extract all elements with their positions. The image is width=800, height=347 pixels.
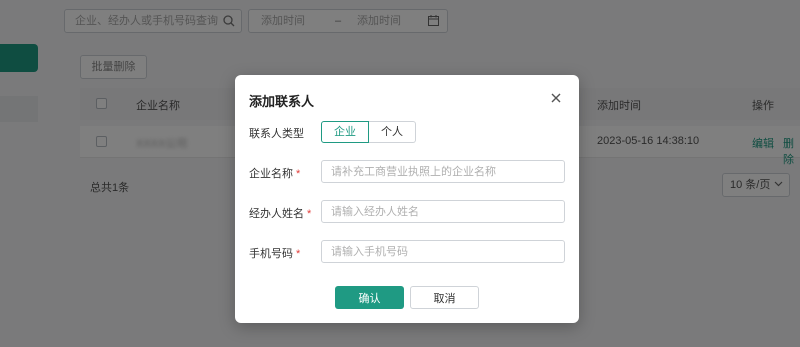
agent-name-label: 经办人姓名 * [249, 208, 312, 220]
company-name-label: 企业名称 * [249, 168, 301, 180]
phone-label: 手机号码 * [249, 248, 301, 260]
required-mark: * [296, 168, 301, 180]
company-name-input[interactable] [321, 160, 565, 183]
contact-type-label: 联系人类型 [249, 128, 304, 140]
add-contact-dialog: 添加联系人 联系人类型 企业 个人 企业名称* 经办人姓名* 手机号码* 确认 … [235, 75, 579, 323]
required-mark: * [307, 208, 312, 220]
cancel-button[interactable]: 取消 [410, 286, 479, 309]
dialog-title: 添加联系人 [249, 94, 315, 109]
agent-name-input[interactable] [321, 200, 565, 223]
confirm-button[interactable]: 确认 [335, 286, 404, 309]
required-mark: * [296, 248, 301, 260]
contact-type-toggle[interactable]: 企业 个人 [321, 121, 416, 143]
contact-type-company[interactable]: 企业 [321, 121, 369, 143]
contact-type-individual[interactable]: 个人 [369, 121, 416, 143]
close-icon[interactable] [550, 92, 562, 104]
phone-input[interactable] [321, 240, 565, 263]
